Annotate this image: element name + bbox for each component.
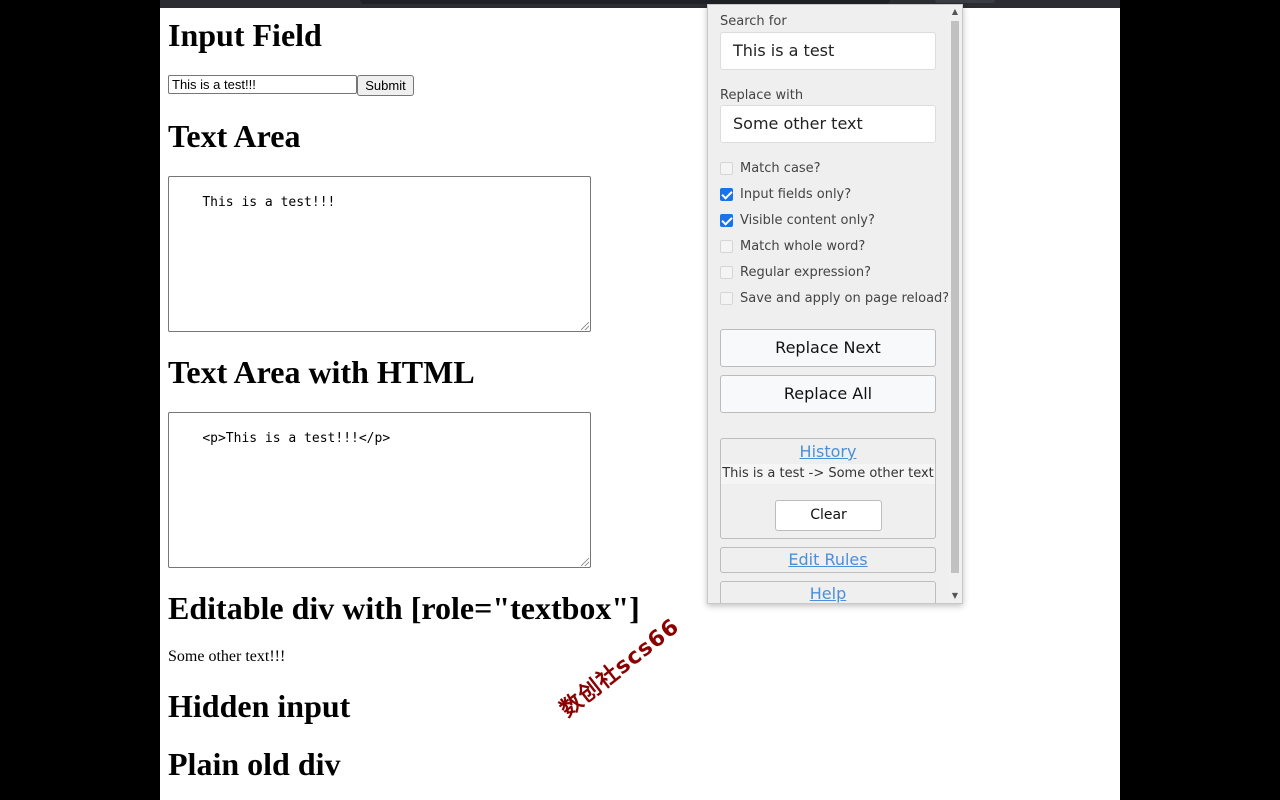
option-input-fields-only[interactable]: Input fields only? xyxy=(720,185,851,203)
heading-plain-div: Plain old div xyxy=(168,746,341,782)
submit-button[interactable]: Submit xyxy=(357,75,414,96)
text-input[interactable]: This is a test!!! xyxy=(168,75,357,94)
scroll-thumb[interactable] xyxy=(951,21,959,573)
heading-input-field: Input Field xyxy=(168,17,322,53)
option-visible-content-only[interactable]: Visible content only? xyxy=(720,211,875,229)
heading-hidden-input: Hidden input xyxy=(168,688,351,724)
help-link[interactable]: Help xyxy=(720,581,936,603)
checkbox[interactable] xyxy=(720,213,733,227)
history-entry[interactable]: This is a test -> Some other text xyxy=(721,464,935,484)
watermark: 数创社scs66 xyxy=(555,614,685,723)
resize-grip-icon[interactable] xyxy=(581,558,589,566)
edit-rules-link[interactable]: Edit Rules xyxy=(720,547,936,573)
heading-text-area: Text Area xyxy=(168,118,301,154)
checkbox[interactable] xyxy=(720,291,733,305)
option-label: Match case? xyxy=(740,160,821,176)
option-save-on-reload[interactable]: Save and apply on page reload? xyxy=(720,289,949,307)
history-panel: History This is a test -> Some other tex… xyxy=(720,438,936,539)
replace-input[interactable]: Some other text xyxy=(720,105,936,143)
option-label: Regular expression? xyxy=(740,264,872,280)
search-input[interactable]: This is a test xyxy=(720,32,936,70)
find-replace-popup: Search for This is a test Replace with S… xyxy=(707,4,963,604)
test-page: Input Field This is a test!!! Submit Tex… xyxy=(160,8,1120,800)
history-link[interactable]: History xyxy=(721,442,935,461)
checkbox[interactable] xyxy=(720,265,733,279)
editable-div-textbox[interactable]: Some other text!!! xyxy=(168,648,285,666)
heading-editable-div: Editable div with [role="textbox"] xyxy=(168,590,640,626)
option-regular-expression[interactable]: Regular expression? xyxy=(720,263,871,281)
clear-history-button[interactable]: Clear xyxy=(775,500,882,531)
scroll-up-icon[interactable]: ▲ xyxy=(950,7,960,17)
textarea-plain[interactable]: This is a test!!! xyxy=(168,176,591,332)
browser-top-bar xyxy=(160,0,1120,8)
replace-label: Replace with xyxy=(720,88,804,103)
textarea-html[interactable]: <p>This is a test!!!</p> xyxy=(168,412,591,568)
option-match-whole-word[interactable]: Match whole word? xyxy=(720,237,865,255)
option-label: Visible content only? xyxy=(740,212,875,228)
replace-all-button[interactable]: Replace All xyxy=(720,375,936,413)
toolbar-button-edge xyxy=(935,0,995,3)
checkbox[interactable] xyxy=(720,161,733,175)
popup-scrollbar[interactable]: ▲ ▼ xyxy=(948,5,962,603)
checkbox[interactable] xyxy=(720,239,733,253)
checkbox[interactable] xyxy=(720,187,733,201)
option-match-case[interactable]: Match case? xyxy=(720,159,821,177)
option-label: Save and apply on page reload? xyxy=(740,290,950,306)
scroll-down-icon[interactable]: ▼ xyxy=(950,591,960,601)
heading-text-area-html: Text Area with HTML xyxy=(168,354,475,390)
textarea-html-text: <p>This is a test!!!</p> xyxy=(202,431,391,446)
replace-next-button[interactable]: Replace Next xyxy=(720,329,936,367)
textarea-plain-text: This is a test!!! xyxy=(202,195,336,210)
resize-grip-icon[interactable] xyxy=(581,322,589,330)
option-label: Match whole word? xyxy=(740,238,866,254)
option-label: Input fields only? xyxy=(740,186,852,202)
search-label: Search for xyxy=(720,14,787,29)
